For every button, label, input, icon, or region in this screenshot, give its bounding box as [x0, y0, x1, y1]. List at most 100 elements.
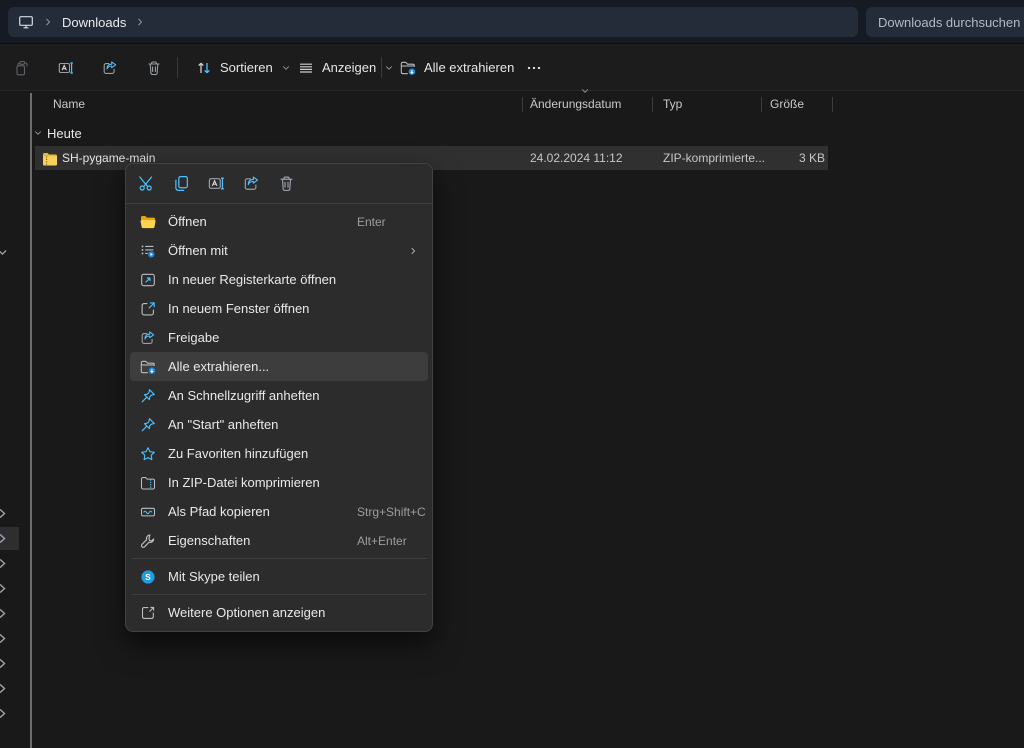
delete-button[interactable] [138, 52, 170, 83]
sort-button[interactable]: Sortieren [188, 52, 299, 83]
view-icon [298, 60, 314, 76]
group-collapse-icon[interactable] [33, 128, 43, 138]
column-divider[interactable] [652, 97, 653, 112]
nav-collapsed-chevron-icon[interactable] [0, 507, 9, 520]
new-tab-icon [140, 272, 156, 288]
column-divider[interactable] [761, 97, 762, 112]
menu-item-shortcut: Alt+Enter [357, 534, 407, 548]
share-icon [102, 60, 118, 76]
menu-item-weitere-optionen-anzeigen[interactable]: Weitere Optionen anzeigen [130, 598, 428, 627]
open-with-icon [140, 243, 156, 259]
menu-item-eigenschaften[interactable]: Eigenschaften Alt+Enter [130, 526, 428, 555]
menu-item-freigabe[interactable]: Freigabe [130, 323, 428, 352]
search-placeholder: Downloads durchsuchen [878, 15, 1020, 30]
properties-icon [140, 533, 156, 549]
sort-label: Sortieren [220, 60, 273, 75]
menu-item-label: Als Pfad kopieren [168, 504, 270, 519]
nav-collapsed-chevron-icon[interactable] [0, 532, 9, 545]
nav-collapsed-chevron-icon[interactable] [0, 657, 9, 670]
nav-collapsed-chevron-icon[interactable] [0, 582, 9, 595]
sort-indicator-icon [580, 86, 590, 96]
search-input[interactable]: Downloads durchsuchen [866, 7, 1024, 37]
column-header-name[interactable]: Name [53, 97, 85, 111]
more-options-icon [140, 605, 156, 621]
zip-icon [140, 475, 156, 491]
nav-expanded-chevron-icon[interactable] [0, 246, 9, 259]
menu-separator [132, 558, 426, 559]
paste-button[interactable] [6, 52, 38, 83]
more-options-button[interactable] [518, 52, 550, 83]
extract-all-button[interactable]: Alle extrahieren [392, 52, 522, 83]
group-label: Heute [47, 126, 82, 141]
rename-button[interactable] [50, 52, 82, 83]
nav-collapsed-chevron-icon[interactable] [0, 632, 9, 645]
group-header-heute[interactable]: Heute [33, 123, 82, 143]
pin-icon [140, 388, 156, 404]
toolbar-divider [381, 57, 382, 78]
menu-item-öffnen[interactable]: ÖffnenEnter [130, 207, 428, 236]
file-date: 24.02.2024 11:12 [530, 151, 623, 165]
menu-item-label: Mit Skype teilen [168, 569, 260, 584]
share-button[interactable] [94, 52, 126, 83]
cut-icon [138, 175, 155, 192]
menu-item-an-schnellzugriff-anheften[interactable]: An Schnellzugriff anheften [130, 381, 428, 410]
extract-label: Alle extrahieren [424, 60, 514, 75]
nav-collapsed-chevron-icon[interactable] [0, 707, 9, 720]
skype-icon: S [140, 569, 156, 585]
column-header-type[interactable]: Typ [663, 97, 682, 111]
menu-item-label: An Schnellzugriff anheften [168, 388, 320, 403]
menu-item-label: Öffnen [168, 214, 207, 229]
column-divider[interactable] [832, 97, 833, 112]
menu-item-in-neuer-registerkarte-öffnen[interactable]: In neuer Registerkarte öffnen [130, 265, 428, 294]
menu-item-alle-extrahieren[interactable]: Alle extrahieren... [130, 352, 428, 381]
menu-item-öffnen-mit[interactable]: Öffnen mit [130, 236, 428, 265]
context-menu-items: ÖffnenEnterÖffnen mit In neuer Registerka… [126, 204, 432, 631]
menu-item-label: Freigabe [168, 330, 219, 345]
context-menu: ÖffnenEnterÖffnen mit In neuer Registerka… [125, 163, 433, 632]
rename-icon [58, 60, 74, 76]
file-explorer-window: Downloads Downloads durchsuchen Sortiere… [0, 0, 1024, 748]
rename-button[interactable] [202, 170, 230, 198]
folder-open-icon [140, 214, 156, 230]
file-size: 3 KB [735, 151, 825, 165]
star-icon [140, 446, 156, 462]
menu-item-mit-skype-teilen[interactable]: S Mit Skype teilen [130, 562, 428, 591]
column-header-date[interactable]: Änderungsdatum [530, 97, 621, 111]
cut-button[interactable] [132, 170, 160, 198]
nav-collapsed-chevron-icon[interactable] [0, 557, 9, 570]
menu-item-in-zip-datei-komprimieren[interactable]: In ZIP-Datei komprimieren [130, 468, 428, 497]
menu-item-shortcut: Strg+Shift+C [357, 505, 426, 519]
monitor-icon [18, 14, 34, 30]
column-divider[interactable] [522, 97, 523, 112]
pin-icon [140, 417, 156, 433]
menu-item-als-pfad-kopieren[interactable]: Als Pfad kopieren Strg+Shift+C [130, 497, 428, 526]
more-icon [526, 60, 542, 76]
share-button[interactable] [237, 170, 265, 198]
rename-icon [208, 175, 225, 192]
extract-icon [140, 359, 156, 375]
nav-collapsed-chevron-icon[interactable] [0, 607, 9, 620]
menu-item-zu-favoriten-hinzufügen[interactable]: Zu Favoriten hinzufügen [130, 439, 428, 468]
address-breadcrumb-bar[interactable]: Downloads [8, 7, 858, 37]
column-header-size[interactable]: Größe [770, 97, 804, 111]
menu-item-label: In ZIP-Datei komprimieren [168, 475, 320, 490]
menu-item-label: An "Start" anheften [168, 417, 278, 432]
submenu-chevron-icon [408, 246, 418, 256]
menu-item-an-start-anheften[interactable]: An "Start" anheften [130, 410, 428, 439]
pane-splitter[interactable] [30, 93, 32, 748]
delete-button[interactable] [272, 170, 300, 198]
extract-icon [400, 60, 416, 76]
menu-item-label: In neuem Fenster öffnen [168, 301, 309, 316]
view-button[interactable]: Anzeigen [290, 52, 402, 83]
nav-collapsed-chevron-icon[interactable] [0, 682, 9, 695]
menu-item-label: Zu Favoriten hinzufügen [168, 446, 308, 461]
menu-item-in-neuem-fenster-öffnen[interactable]: In neuem Fenster öffnen [130, 294, 428, 323]
share-icon [243, 175, 260, 192]
copy-button[interactable] [167, 170, 195, 198]
delete-icon [146, 60, 162, 76]
breadcrumb-downloads[interactable]: Downloads [62, 15, 126, 30]
menu-item-label: Eigenschaften [168, 533, 250, 548]
context-menu-quick-actions [126, 164, 432, 204]
menu-item-label: In neuer Registerkarte öffnen [168, 272, 336, 287]
copy-icon [173, 175, 190, 192]
